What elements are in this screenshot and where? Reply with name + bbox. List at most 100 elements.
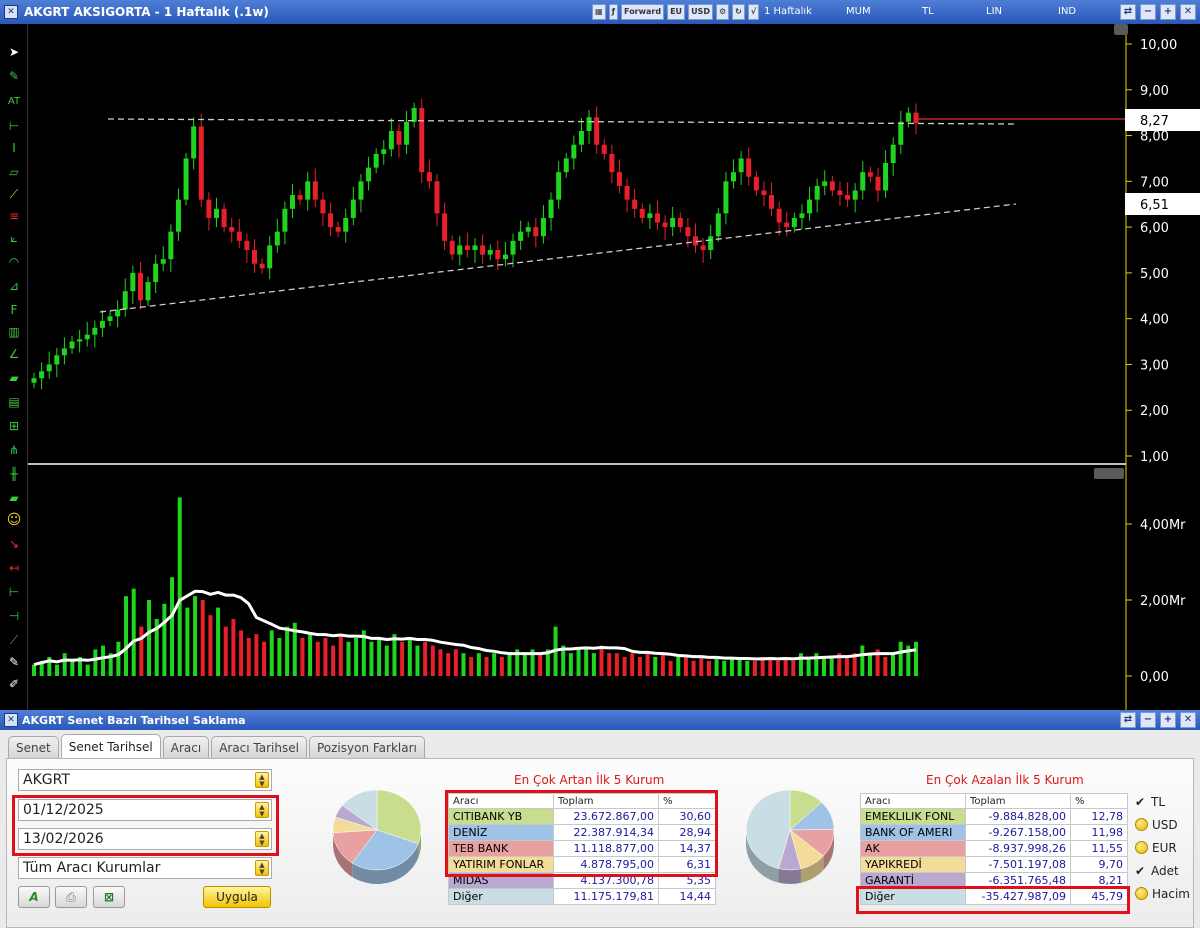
table-row[interactable]: Diğer 11.175.179,81 14,44 — [448, 888, 716, 905]
currency-selector[interactable]: TL — [922, 6, 934, 17]
table-row[interactable]: EMEKLILIK FONL -9.884.828,00 12,78 — [860, 808, 1128, 825]
extend-line-icon[interactable]: ⊢ — [5, 584, 23, 600]
fan-icon[interactable]: ⟀ — [5, 230, 23, 246]
arc-icon[interactable]: ◠ — [5, 254, 23, 270]
arrow-down-icon[interactable]: ↘ — [5, 536, 23, 552]
ruler-icon[interactable]: ⟋ — [5, 186, 23, 202]
draw-icon[interactable]: √ — [747, 4, 760, 20]
tab-senet-tarihsel[interactable]: Senet Tarihsel — [60, 734, 161, 758]
grid-lines-icon[interactable]: ▥ — [5, 324, 23, 340]
broker-filter-select[interactable]: Tüm Aracı Kurumlar ▲ ▼ — [18, 857, 272, 879]
option-adet[interactable]: ✔ Adet — [1135, 864, 1179, 878]
mode-selector[interactable]: IND — [1058, 6, 1076, 17]
column-header-pct[interactable]: % — [1070, 793, 1128, 809]
delete-drawing-icon[interactable]: ✎ — [5, 654, 23, 670]
excel-export-button[interactable]: ⊠ — [93, 886, 125, 908]
volume-bar — [269, 630, 274, 676]
tab-araci-tarihsel[interactable]: Aracı Tarihsel — [211, 736, 307, 758]
eraser-icon[interactable]: ▰ — [5, 490, 23, 506]
candle-body — [426, 172, 432, 182]
delete-all-icon[interactable]: ✐ — [5, 676, 23, 692]
option-hacim[interactable]: Hacim — [1135, 887, 1190, 901]
apply-button[interactable]: Uygula — [203, 886, 271, 908]
smiley-icon[interactable]: ☺ — [5, 512, 23, 528]
candle-body — [236, 231, 242, 241]
time-zones-icon[interactable]: ⊞ — [5, 418, 23, 434]
candle-body — [480, 245, 486, 255]
window-menu-icon[interactable]: ✕ — [4, 5, 18, 19]
rectangle-grid-icon[interactable]: ▤ — [5, 394, 23, 410]
broker-filter-dropdown-icon[interactable]: ▲ ▼ — [255, 860, 269, 876]
tab-pozisyon-farklari[interactable]: Pozisyon Farkları — [308, 736, 425, 758]
angle-icon[interactable]: ∠ — [5, 346, 23, 362]
pencil-icon[interactable]: ✎ — [5, 68, 23, 84]
panel-minimize-button[interactable]: − — [1140, 712, 1156, 728]
candle-body — [168, 231, 174, 260]
candle-body — [525, 227, 531, 232]
price-chart-area[interactable]: 10,00 9,00 8,00 7,00 6,00 5,00 4,00 3,00 2,00 1,0… — [28, 24, 1200, 710]
print-button[interactable]: ⎙ — [55, 886, 87, 908]
candlestick-chart[interactable]: 10,00 9,00 8,00 7,00 6,00 5,00 4,00 3,00 2,00 1,0… — [28, 24, 1200, 710]
candle-body — [191, 126, 197, 159]
pitchfork-icon[interactable]: ⋔ — [5, 442, 23, 458]
usd-flag-icon[interactable]: USD — [688, 4, 713, 20]
period-selector[interactable]: 1 Haftalık — [764, 6, 812, 17]
volume-bar — [254, 634, 259, 676]
volume-bar — [584, 649, 589, 676]
option-tl[interactable]: ✔ TL — [1135, 795, 1165, 809]
trend-icon[interactable]: ⟋ — [5, 632, 23, 648]
option-usd[interactable]: USD — [1135, 818, 1178, 832]
settings-icon[interactable]: ⚙ — [715, 4, 730, 20]
vertical-line-icon[interactable]: I — [5, 140, 23, 156]
left-arrow-icon[interactable]: ↤ — [5, 560, 23, 576]
volume-bar — [430, 645, 435, 676]
channel-icon[interactable]: ▱ — [5, 164, 23, 180]
cycle-lines-icon[interactable]: ╫ — [5, 466, 23, 482]
template-icon[interactable]: ▦ — [592, 4, 606, 20]
volume-bar — [170, 577, 175, 676]
close-button[interactable]: ✕ — [1180, 4, 1196, 20]
levels-icon[interactable]: ≡ — [5, 208, 23, 224]
text-tool-icon[interactable]: AT — [5, 94, 23, 110]
resistance-line[interactable] — [107, 118, 1019, 125]
scale-selector[interactable]: LIN — [986, 6, 1002, 17]
chart-button[interactable]: A — [18, 886, 50, 908]
volume-bar — [277, 638, 282, 676]
table-row[interactable]: YAPIKREDİ -7.501.197,08 9,70 — [860, 856, 1128, 873]
pointer-icon[interactable]: ➤ — [5, 44, 23, 60]
fibonacci-icon[interactable]: ⊿ — [5, 278, 23, 294]
indicator-icon[interactable]: ƒ — [608, 4, 619, 20]
column-header-araci[interactable]: Aracı — [860, 793, 966, 809]
panel-menu-icon[interactable]: ✕ — [4, 713, 18, 727]
refresh-icon[interactable]: ↻ — [732, 4, 745, 20]
candle-body — [312, 181, 318, 200]
column-header-toplam[interactable]: Toplam — [965, 793, 1071, 809]
symbol-dropdown-icon[interactable]: ▲ ▼ — [255, 772, 269, 788]
panel-restore-button[interactable]: ⇄ — [1120, 712, 1136, 728]
volume-bar — [898, 641, 903, 676]
tab-senet[interactable]: Senet — [8, 736, 59, 758]
forward-icon[interactable]: Forward — [621, 4, 665, 20]
chart-style-selector[interactable]: MUM — [846, 6, 871, 17]
fibonacci-extension-icon[interactable]: F — [5, 302, 23, 318]
parallelogram-icon[interactable]: ▰ — [5, 370, 23, 386]
eu-flag-icon[interactable]: EU — [667, 4, 686, 20]
table-row[interactable]: BANK OF AMERI -9.267.158,00 11,98 — [860, 824, 1128, 841]
pane-toggle-icon[interactable] — [1114, 24, 1128, 35]
range-icon[interactable]: ⊣ — [5, 608, 23, 624]
symbol-select[interactable]: AKGRT ▲ ▼ — [18, 769, 272, 791]
tab-araci[interactable]: Aracı — [162, 736, 210, 758]
horizontal-line-icon[interactable]: ⊢ — [5, 118, 23, 134]
maximize-button[interactable]: + — [1160, 4, 1176, 20]
minimize-button[interactable]: − — [1140, 4, 1156, 20]
chart-icon: A — [29, 890, 39, 904]
table-row[interactable]: AK -8.937.998,26 11,55 — [860, 840, 1128, 857]
option-eur[interactable]: EUR — [1135, 841, 1177, 855]
panel-close-button[interactable]: ✕ — [1180, 712, 1196, 728]
ascending-trendline[interactable] — [99, 203, 1017, 313]
candle-body — [252, 250, 257, 264]
percent-cell: 12,78 — [1070, 808, 1128, 825]
volume-pane-toggle-icon[interactable] — [1094, 468, 1124, 479]
panel-maximize-button[interactable]: + — [1160, 712, 1176, 728]
restore-button[interactable]: ⇄ — [1120, 4, 1136, 20]
